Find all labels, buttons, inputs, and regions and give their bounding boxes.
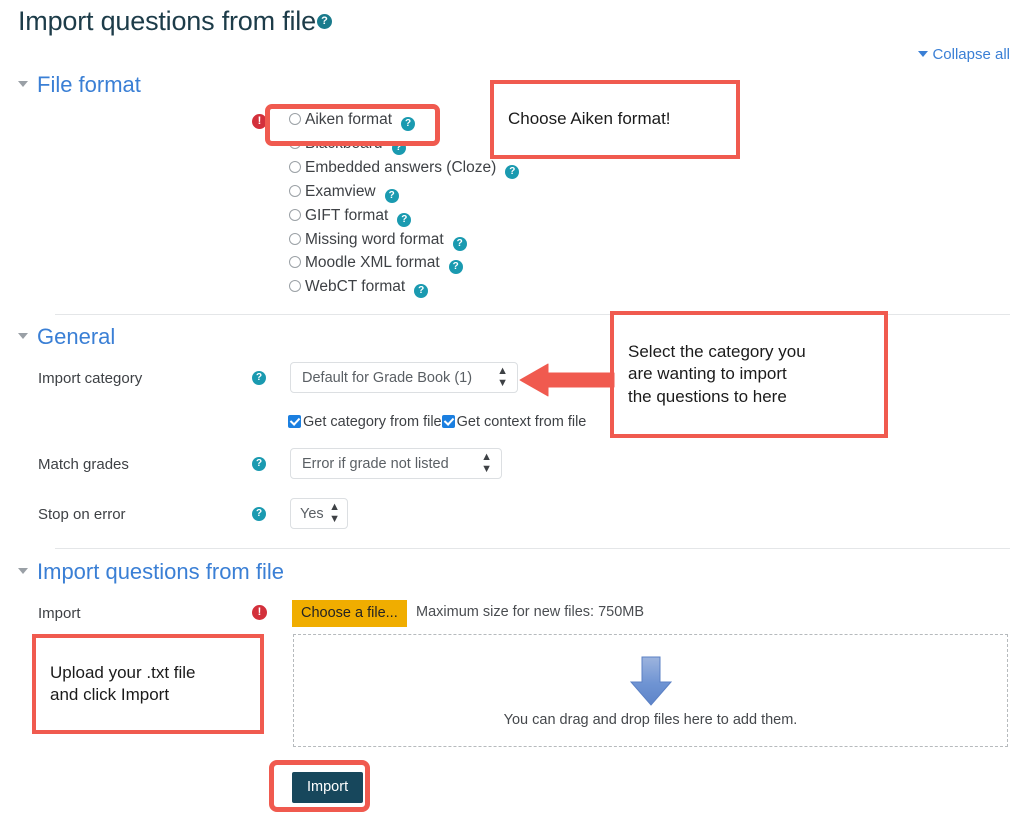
help-circle-icon[interactable]: ? bbox=[252, 507, 266, 521]
collapse-all-link[interactable]: Collapse all bbox=[918, 46, 1010, 63]
radio-option-aiken-format-overlay[interactable]: Aiken format? bbox=[289, 111, 416, 131]
help-circle-icon[interactable]: ? bbox=[414, 284, 429, 298]
radio-icon[interactable] bbox=[289, 280, 301, 292]
radio-label: Examview bbox=[305, 183, 376, 200]
page-title-help-icon[interactable]: ? bbox=[316, 14, 332, 29]
page-title: Import questions from file? bbox=[18, 6, 332, 37]
chevron-updown-icon: ▲ ▼ bbox=[481, 451, 492, 475]
help-circle-icon[interactable]: ? bbox=[401, 117, 416, 131]
radio-label: Embedded answers (Cloze) bbox=[305, 159, 497, 176]
radio-option-embedded-answers-cloze[interactable]: Embedded answers (Cloze)? bbox=[289, 159, 520, 179]
checkbox-get-category-from-file[interactable] bbox=[288, 415, 301, 428]
radio-label: WebCT format bbox=[305, 278, 406, 295]
checkbox-get-category-from-file-label: Get category from file bbox=[303, 414, 442, 430]
annotation-arrow-left-icon bbox=[519, 363, 615, 397]
annotation-upload-txt: Upload your .txt file and click Import bbox=[32, 634, 264, 734]
chevron-down-icon bbox=[18, 333, 28, 339]
help-circle-icon[interactable]: ? bbox=[505, 165, 520, 179]
page-title-text: Import questions from file bbox=[18, 6, 316, 36]
radio-icon[interactable] bbox=[289, 185, 301, 197]
required-indicator-import: ! bbox=[252, 605, 267, 620]
help-circle-icon[interactable]: ? bbox=[252, 457, 266, 471]
radio-option-examview[interactable]: Examview? bbox=[289, 183, 399, 203]
radio-label: Missing word format bbox=[305, 231, 444, 248]
help-circle-icon[interactable]: ? bbox=[452, 237, 467, 251]
select-import-category[interactable]: Default for Grade Book (1) ▲ ▼ bbox=[290, 362, 518, 393]
help-circle-icon[interactable]: ? bbox=[252, 371, 266, 385]
annotation-select-category: Select the category you are wanting to i… bbox=[610, 311, 888, 438]
select-import-category-value: Default for Grade Book (1) bbox=[302, 369, 473, 386]
select-stop-on-error[interactable]: Yes ▲ ▼ bbox=[290, 498, 348, 529]
radio-label: GIFT format bbox=[305, 207, 389, 224]
field-label-stop-on-error: Stop on error bbox=[38, 506, 126, 523]
radio-icon[interactable] bbox=[289, 233, 301, 245]
help-circle-icon[interactable]: ? bbox=[397, 213, 412, 227]
field-label-import: Import bbox=[38, 605, 81, 622]
radio-icon[interactable] bbox=[289, 256, 301, 268]
radio-icon[interactable] bbox=[289, 209, 301, 221]
section-header-import-questions[interactable]: Import questions from file bbox=[18, 559, 284, 585]
radio-option-missing-word-format[interactable]: Missing word format? bbox=[289, 231, 467, 251]
section-header-import-questions-label: Import questions from file bbox=[37, 559, 284, 584]
checkbox-get-context-from-file[interactable] bbox=[441, 415, 455, 428]
radio-label: Aiken format bbox=[305, 111, 393, 128]
chevron-down-icon bbox=[18, 81, 28, 87]
section-header-general[interactable]: General bbox=[18, 324, 115, 350]
annotation-choose-aiken-format: Choose Aiken format! bbox=[490, 80, 740, 159]
download-arrow-icon bbox=[629, 656, 672, 706]
select-match-grades-value: Error if grade not listed bbox=[302, 455, 449, 472]
radio-label: Moodle XML format bbox=[305, 254, 440, 271]
file-dropzone[interactable]: You can drag and drop files here to add … bbox=[293, 634, 1008, 747]
checkbox-row-category-context: Get category from file Get context from f… bbox=[288, 414, 586, 430]
annotation-text: Select the category you are wanting to i… bbox=[628, 341, 806, 406]
chevron-updown-icon: ▲ ▼ bbox=[329, 501, 340, 525]
radio-icon[interactable] bbox=[289, 161, 301, 173]
field-label-match-grades: Match grades bbox=[38, 456, 129, 473]
help-circle-icon[interactable]: ? bbox=[384, 189, 399, 203]
radio-option-webct-format[interactable]: WebCT format? bbox=[289, 278, 429, 298]
import-submit-button-overlay[interactable]: Import bbox=[292, 772, 364, 803]
dropzone-instruction-text: You can drag and drop files here to add … bbox=[503, 712, 798, 728]
section-header-general-label: General bbox=[37, 324, 116, 349]
import-questions-page: Import questions from file? Collapse all… bbox=[0, 0, 1024, 816]
choose-a-file-button[interactable]: Choose a file... bbox=[292, 600, 407, 627]
select-match-grades[interactable]: Error if grade not listed ▲ ▼ bbox=[290, 448, 502, 479]
annotation-text: Upload your .txt file and click Import bbox=[50, 662, 196, 704]
annotation-text: Choose Aiken format! bbox=[508, 109, 671, 129]
radio-option-moodle-xml-format[interactable]: Moodle XML format? bbox=[289, 254, 463, 274]
section-divider bbox=[55, 548, 1010, 549]
checkbox-get-context-from-file-label: Get context from file bbox=[456, 414, 587, 430]
max-file-size-text: Maximum size for new files: 750MB bbox=[416, 604, 645, 620]
section-header-file-format[interactable]: File format bbox=[18, 72, 141, 98]
collapse-all-label: Collapse all bbox=[932, 46, 1010, 63]
chevron-down-icon bbox=[18, 568, 28, 574]
help-circle-icon[interactable]: ? bbox=[448, 260, 463, 274]
radio-option-gift-format[interactable]: GIFT format? bbox=[289, 207, 412, 227]
radio-icon[interactable] bbox=[289, 113, 301, 125]
select-stop-on-error-value: Yes bbox=[300, 505, 324, 522]
section-header-file-format-label: File format bbox=[37, 72, 141, 97]
chevron-updown-icon: ▲ ▼ bbox=[497, 365, 508, 389]
chevron-down-icon bbox=[918, 51, 929, 57]
field-label-import-category: Import category bbox=[38, 370, 143, 387]
